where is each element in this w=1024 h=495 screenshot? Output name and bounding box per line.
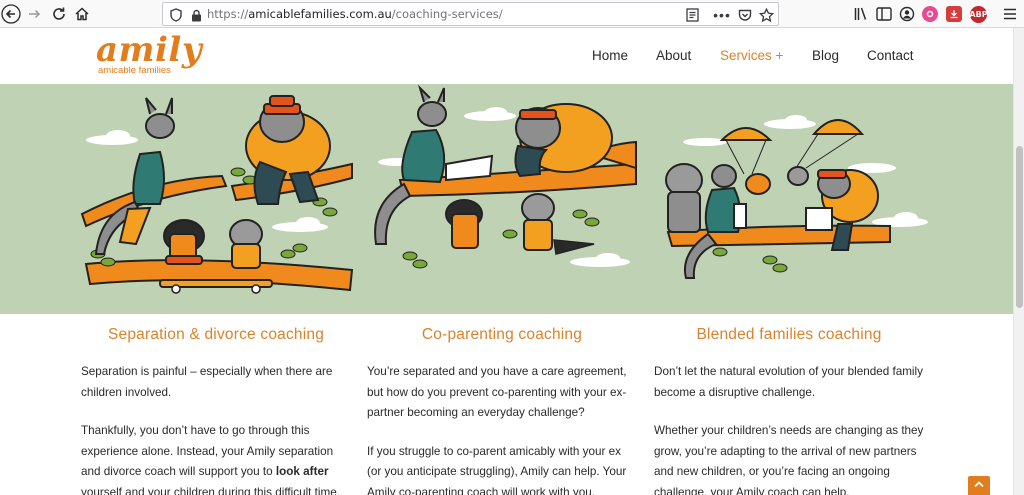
more-icon[interactable]: •••: [713, 6, 731, 24]
adblock-icon[interactable]: ABP: [969, 6, 988, 23]
service-text: You’re separated and you have a care agr…: [367, 365, 627, 420]
service-title-blended-families[interactable]: Blended families coaching: [654, 326, 924, 344]
scene-separation: [80, 95, 354, 294]
page-scrollbar[interactable]: [1013, 28, 1024, 495]
nav-contact[interactable]: Contact: [867, 48, 914, 63]
hero-illustration-banner: [0, 84, 1013, 314]
service-text-bold: look after: [275, 465, 329, 479]
extension-icon[interactable]: [922, 6, 938, 22]
url-text[interactable]: https://amicablefamilies.com.au/coaching…: [207, 7, 503, 21]
sidebar-icon[interactable]: [873, 3, 895, 25]
site-logo[interactable]: amily amicable families: [96, 33, 202, 76]
hero-illustration: [80, 84, 928, 294]
service-text: If you struggle to co-parent amicably wi…: [367, 444, 627, 495]
site-header: amily amicable families Home About Servi…: [0, 28, 1013, 84]
pocket-icon[interactable]: [736, 6, 754, 24]
logo-wordmark: amily: [96, 30, 203, 70]
nav-about[interactable]: About: [656, 48, 691, 63]
home-icon[interactable]: [71, 3, 93, 25]
scroll-to-top-button[interactable]: [968, 476, 990, 495]
service-title-co-parenting[interactable]: Co-parenting coaching: [367, 326, 637, 344]
service-text: Whether your children’s needs are changi…: [654, 424, 924, 495]
reader-view-icon[interactable]: [683, 6, 701, 24]
url-prefix: https://: [207, 7, 249, 21]
adblock-label: ABP: [969, 10, 988, 19]
shield-icon[interactable]: [167, 6, 185, 24]
service-column-blended-families: Blended families coaching Don’t let the …: [654, 326, 924, 495]
service-column-co-parenting: Co-parenting coaching You’re separated a…: [367, 326, 637, 495]
bookmark-star-icon[interactable]: [757, 6, 775, 24]
service-title-separation[interactable]: Separation & divorce coaching: [81, 326, 351, 344]
back-icon[interactable]: [0, 3, 22, 25]
service-text-end: yourself and your children during this d…: [81, 485, 340, 495]
browser-toolbar: https://amicablefamilies.com.au/coaching…: [0, 0, 1024, 28]
address-bar[interactable]: https://amicablefamilies.com.au/coaching…: [162, 2, 779, 26]
service-text: Don’t let the natural evolution of your …: [654, 365, 923, 399]
library-icon[interactable]: [850, 3, 872, 25]
nav-blog[interactable]: Blog: [812, 48, 839, 63]
service-column-separation: Separation & divorce coaching Separation…: [81, 326, 351, 495]
service-text: Thankfully, you don’t have to go through…: [81, 421, 351, 495]
url-host: amicablefamilies.com.au: [248, 7, 392, 21]
url-path: /coaching-services/: [391, 7, 503, 21]
nav-home[interactable]: Home: [592, 48, 628, 63]
nav-services[interactable]: Services +: [720, 48, 783, 63]
scrollbar-thumb[interactable]: [1016, 146, 1023, 308]
reload-icon[interactable]: [48, 3, 70, 25]
forward-icon[interactable]: [23, 3, 45, 25]
menu-icon[interactable]: [999, 3, 1021, 25]
extension-icon[interactable]: [946, 6, 962, 22]
service-text: Separation is painful – especially when …: [81, 365, 333, 399]
account-icon[interactable]: [896, 3, 918, 25]
lock-icon[interactable]: [187, 6, 205, 24]
chevron-up-icon: [974, 481, 984, 488]
